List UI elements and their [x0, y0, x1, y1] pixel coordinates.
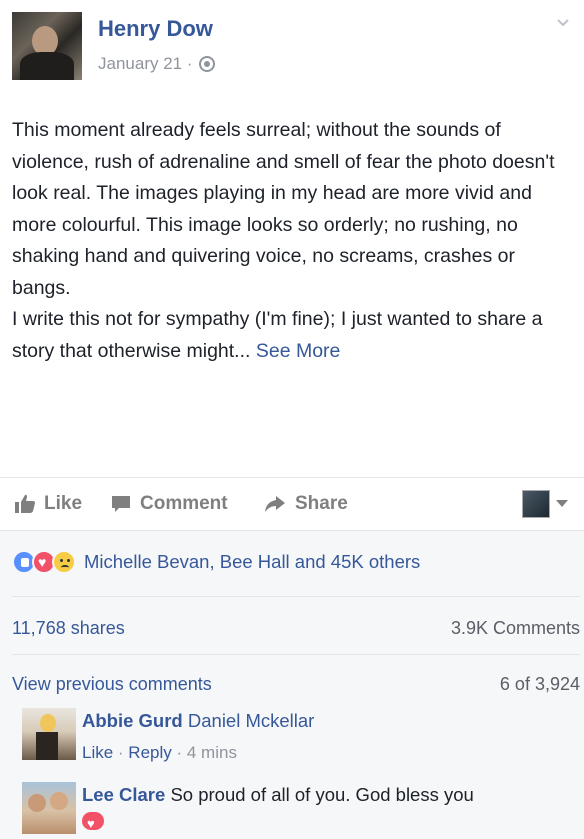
commenter-avatar[interactable] [22, 708, 76, 760]
commenter-name[interactable]: Lee Clare [82, 784, 165, 805]
globe-icon [198, 56, 215, 72]
viewer-avatar[interactable] [522, 490, 550, 518]
share-button[interactable]: Share [263, 493, 348, 515]
post-meta: January 21 · [98, 54, 215, 74]
like-button[interactable]: Like [14, 493, 82, 515]
post-date[interactable]: January 21 · [98, 54, 193, 74]
commenter-name[interactable]: Abbie Gurd [82, 710, 183, 731]
sad-reaction-icon [52, 550, 76, 574]
comment-like-link[interactable]: Like [82, 743, 113, 762]
comment-meta: Like · Reply · 4 mins [82, 740, 572, 766]
comment-reply-link[interactable]: Reply [128, 743, 171, 762]
divider [12, 654, 580, 655]
like-label: Like [44, 493, 83, 514]
comments-position: 6 of 3,924 [499, 674, 580, 694]
meta-separator: · [171, 743, 187, 762]
divider [12, 596, 580, 597]
author-avatar[interactable] [12, 12, 82, 80]
commenter-avatar[interactable] [22, 782, 76, 834]
view-previous-comments-link[interactable]: View previous comments [12, 674, 212, 695]
thumbs-up-icon [15, 494, 35, 513]
meta-separator: · [113, 743, 129, 762]
shares-count[interactable]: 11,768 shares [12, 618, 125, 639]
action-bar: Like Comment Share [0, 478, 584, 530]
comment-body: Lee Clare So proud of all of you. God bl… [82, 782, 572, 837]
reactors-text[interactable]: Michelle Bevan, Bee Hall and 45K others [84, 551, 420, 573]
comment-body: Abbie Gurd Daniel Mckellar Like · Reply … [82, 708, 572, 766]
post-paragraph-1: This moment already feels surreal; witho… [12, 119, 555, 299]
author-name[interactable]: Henry Dow [98, 16, 213, 42]
comment-icon [112, 496, 130, 512]
post-paragraph-2: I write this not for sympathy (I'm fine)… [12, 304, 574, 367]
divider [0, 530, 584, 531]
comments-panel: Michelle Bevan, Bee Hall and 45K others … [0, 530, 584, 839]
love-reaction-icon[interactable] [82, 811, 104, 837]
reactions-summary[interactable]: Michelle Bevan, Bee Hall and 45K others [12, 550, 420, 574]
see-more-link[interactable]: See More [256, 340, 341, 362]
chevron-down-icon[interactable] [556, 16, 570, 30]
post-header: Henry Dow January 21 · [0, 0, 584, 100]
comments-count[interactable]: 3.9K Comments [451, 618, 580, 639]
share-arrow-icon [265, 496, 285, 512]
comment-button[interactable]: Comment [110, 493, 228, 515]
caret-down-icon[interactable] [556, 500, 568, 507]
post-body: This moment already feels surreal; witho… [12, 115, 574, 367]
comment-mention[interactable]: Daniel Mckellar [188, 710, 314, 731]
share-label: Share [295, 493, 348, 514]
comment-time[interactable]: 4 mins [187, 743, 237, 762]
comment-label: Comment [140, 493, 228, 514]
comment-text: So proud of all of you. God bless you [170, 784, 474, 805]
